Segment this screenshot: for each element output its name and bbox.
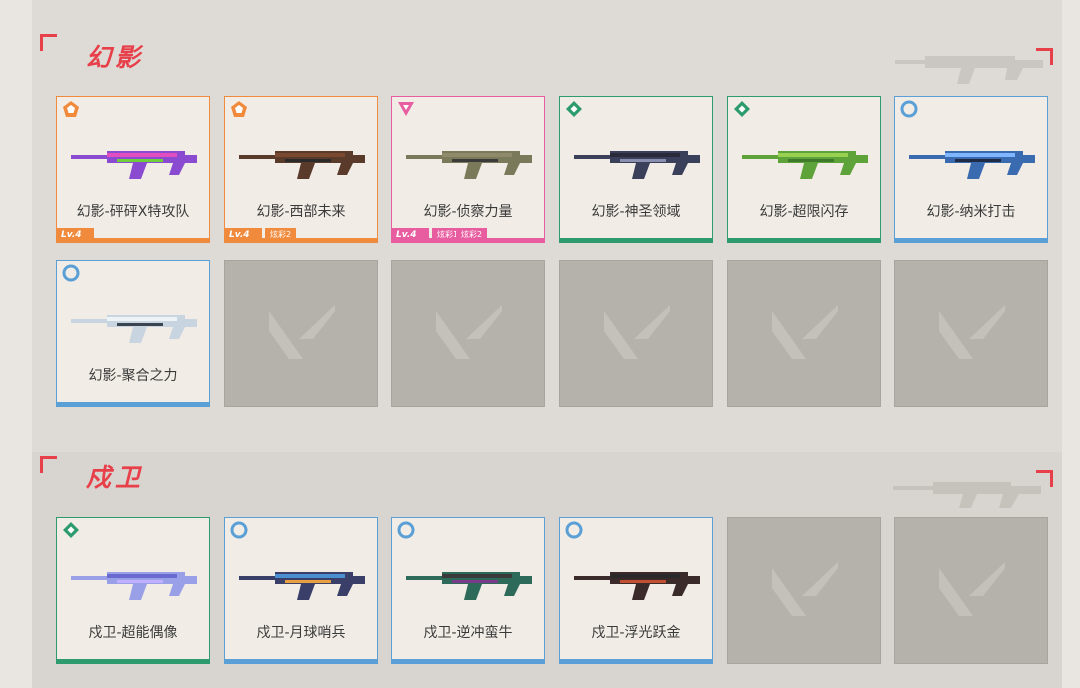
triangle-icon (397, 100, 415, 118)
phantom-silhouette-icon (895, 56, 1043, 84)
level-badge: Lv.4 (392, 228, 429, 242)
skin-card[interactable]: 戍卫-逆冲蛮牛 (391, 517, 545, 664)
skin-card[interactable]: 幻影-纳米打击 (894, 96, 1048, 243)
valorant-logo-icon (772, 305, 838, 359)
rarity-bar (57, 402, 209, 406)
skin-name: 幻影-侦察力量 (423, 204, 513, 220)
empty-skin-slot (559, 260, 713, 407)
skin-name: 幻影-纳米打击 (926, 204, 1016, 220)
weapon-skin-image (570, 558, 704, 608)
valorant-logo-icon (939, 305, 1005, 359)
skin-name: 幻影-西部未来 (256, 204, 346, 220)
skin-name: 幻影-超限闪存 (759, 204, 849, 220)
skin-name: 戍卫-浮光跃金 (591, 625, 681, 641)
weapon-skin-image (905, 137, 1039, 187)
empty-skin-slot (391, 260, 545, 407)
skin-name: 戍卫-超能偶像 (88, 625, 178, 641)
weapon-skin-image (402, 558, 536, 608)
section-title: 戍卫 (86, 463, 145, 492)
weapon-skin-image (67, 301, 201, 351)
weapon-skin-image (570, 137, 704, 187)
skin-name: 幻影-砰砰X特攻队 (76, 204, 190, 220)
weapon-skin-image (67, 137, 201, 187)
skin-card[interactable]: 戍卫-浮光跃金 (559, 517, 713, 664)
corner-accent (40, 34, 57, 51)
rarity-bar (57, 659, 209, 663)
rarity-bar (728, 238, 880, 242)
skin-card[interactable]: 幻影-神圣领域 (559, 96, 713, 243)
circle-icon (230, 521, 248, 539)
weapon-skin-image (235, 137, 369, 187)
weapon-skin-image (67, 558, 201, 608)
diamond-icon (733, 100, 751, 118)
skin-card[interactable]: 幻影-西部未来 Lv.4 炫彩2 (224, 96, 378, 243)
rarity-bar (392, 659, 544, 663)
skin-card[interactable]: 幻影-超限闪存 (727, 96, 881, 243)
skin-name: 幻影-聚合之力 (88, 368, 178, 384)
skin-card[interactable]: 戍卫-月球哨兵 (224, 517, 378, 664)
weapon-skin-image (402, 137, 536, 187)
valorant-logo-icon (436, 305, 502, 359)
circle-icon (397, 521, 415, 539)
empty-skin-slot (894, 517, 1048, 664)
skin-name: 幻影-神圣领域 (591, 204, 681, 220)
weapon-skin-image (235, 558, 369, 608)
rarity-bar (560, 659, 712, 663)
skin-card[interactable]: 幻影-砰砰X特攻队 Lv.4 (56, 96, 210, 243)
circle-icon (62, 264, 80, 282)
section-title: 幻影 (86, 43, 145, 72)
valorant-logo-icon (772, 562, 838, 616)
weapon-skin-image (738, 137, 872, 187)
empty-skin-slot (894, 260, 1048, 407)
skin-card[interactable]: 幻影-侦察力量 Lv.4 炫彩1 炫彩2 (391, 96, 545, 243)
valorant-logo-icon (939, 562, 1005, 616)
empty-skin-slot (727, 260, 881, 407)
valorant-logo-icon (604, 305, 670, 359)
level-badge: Lv.4 (57, 228, 94, 242)
skin-card[interactable]: 戍卫-超能偶像 (56, 517, 210, 664)
variant-badge: 炫彩2 (265, 228, 297, 242)
rarity-bar (895, 238, 1047, 242)
skin-card[interactable]: 幻影-聚合之力 (56, 260, 210, 407)
empty-skin-slot (224, 260, 378, 407)
skin-name: 戍卫-逆冲蛮牛 (423, 625, 513, 641)
valorant-logo-icon (269, 305, 335, 359)
empty-skin-slot (727, 517, 881, 664)
diamond-icon (62, 521, 80, 539)
pentagon-icon (62, 100, 80, 118)
diamond-icon (565, 100, 583, 118)
circle-icon (565, 521, 583, 539)
rarity-bar (225, 659, 377, 663)
vandal-silhouette-icon (893, 482, 1041, 508)
variant-badge: 炫彩2 (456, 228, 488, 242)
rarity-bar (560, 238, 712, 242)
pentagon-icon (230, 100, 248, 118)
corner-accent (40, 456, 57, 473)
level-badge: Lv.4 (225, 228, 262, 242)
circle-icon (900, 100, 918, 118)
skin-name: 戍卫-月球哨兵 (256, 625, 346, 641)
